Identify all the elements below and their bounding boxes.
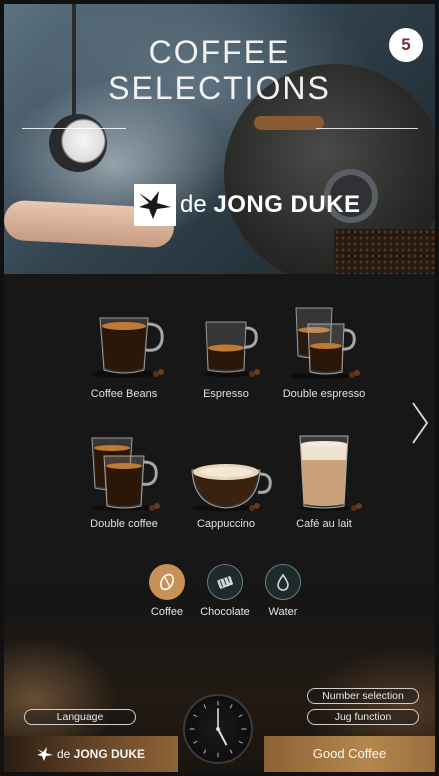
duke-bird-icon — [36, 747, 53, 761]
footer-brand-name: JONG DUKE — [73, 747, 146, 761]
footer-brand-wordmark: de JONG DUKE — [57, 747, 145, 761]
next-page-arrow-icon[interactable] — [409, 400, 431, 446]
footer-brand-logo: de JONG DUKE — [4, 736, 178, 772]
page-title: COFFEE SELECTIONS — [4, 34, 435, 106]
good-coffee-button[interactable]: Good Coffee — [264, 736, 435, 772]
double-espresso-icon — [290, 307, 360, 379]
title-line-2: SELECTIONS — [108, 70, 331, 106]
footer-brand-prefix: de — [56, 747, 74, 761]
page-number-badge: 5 — [389, 28, 423, 62]
title-underline-right — [316, 128, 418, 129]
number-selection-button[interactable]: Number selection — [307, 688, 419, 704]
machine-screen: COFFEE SELECTIONS 5 de JONG DUKE Coffee … — [4, 4, 435, 772]
duke-bird-icon — [134, 184, 176, 226]
water-drop-icon — [265, 564, 301, 600]
title-line-1: COFFEE — [148, 34, 291, 70]
product-label: Café au lait — [296, 518, 352, 530]
brand-name: JONG DUKE — [213, 191, 361, 218]
brand-wordmark: de JONG DUKE — [180, 191, 361, 219]
chocolate-icon — [207, 564, 243, 600]
jug-function-button[interactable]: Jug function — [307, 709, 419, 725]
clock-icon — [183, 694, 253, 764]
type-water-button[interactable]: Water — [248, 564, 318, 618]
product-cafe-au-lait[interactable]: Café au lait — [264, 434, 384, 544]
type-water-label: Water — [268, 606, 298, 618]
brand-logo: de JONG DUKE — [134, 184, 361, 226]
language-button[interactable]: Language — [24, 709, 136, 725]
brand-prefix: de — [180, 191, 214, 218]
hero-banner: COFFEE SELECTIONS 5 de JONG DUKE — [4, 4, 435, 284]
roaster-handle-image — [254, 116, 324, 130]
coffee-bean-icon — [149, 564, 185, 600]
lamp-image — [40, 105, 116, 181]
product-double-espresso[interactable]: Double espresso — [264, 304, 384, 414]
beans-image — [334, 229, 435, 274]
title-underline-left — [22, 128, 126, 129]
latte-glass-icon — [298, 435, 362, 511]
product-label: Double espresso — [282, 388, 366, 400]
beverage-type-selector: Coffee Chocolate Water — [4, 564, 435, 634]
